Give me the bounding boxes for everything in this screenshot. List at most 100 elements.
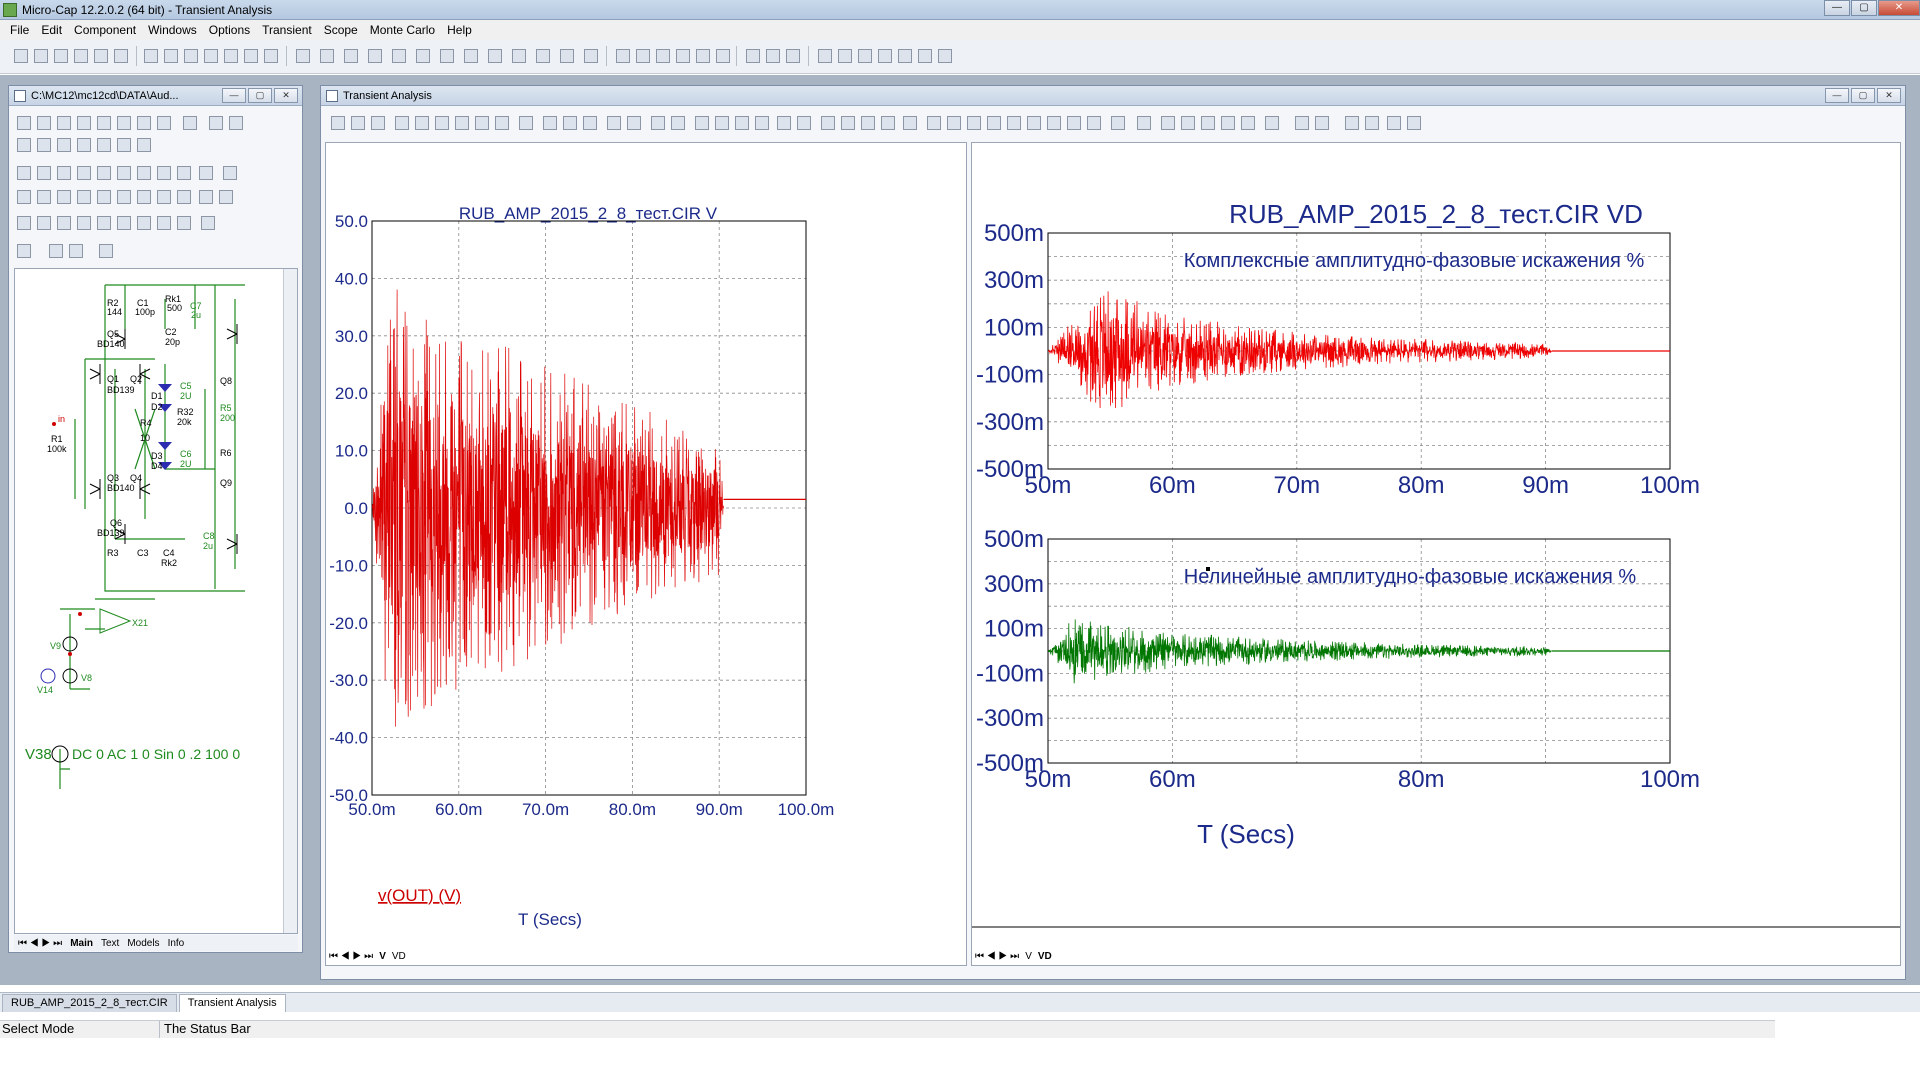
zoom-out-icon[interactable]	[1221, 116, 1235, 130]
cascade-icon[interactable]	[616, 49, 630, 63]
align-icon[interactable]	[1265, 116, 1279, 130]
probe-tool-icon[interactable]	[97, 166, 111, 180]
pin-icon[interactable]	[97, 138, 111, 152]
zoom-in-icon[interactable]	[1201, 116, 1215, 130]
animate-icon[interactable]	[651, 116, 665, 130]
copy-page-icon[interactable]	[37, 190, 51, 204]
schematic-minimize-button[interactable]: —	[222, 88, 246, 103]
left-plot[interactable]: 50.0 40.0 30.0 20.0 10.0 0.0 -10.0 -20.0…	[326, 143, 966, 947]
inflection-icon[interactable]	[1047, 116, 1061, 130]
split2-icon[interactable]	[797, 116, 811, 130]
minimize-button[interactable]: —	[1824, 0, 1850, 16]
next-valley-icon[interactable]	[987, 116, 1001, 130]
tile2-icon[interactable]	[715, 116, 729, 130]
switch-icon[interactable]	[536, 49, 550, 63]
schematic-maximize-button[interactable]: ▢	[248, 88, 272, 103]
run-icon[interactable]	[543, 116, 557, 130]
zoom-in-icon[interactable]	[821, 116, 835, 130]
pan-icon[interactable]	[37, 116, 51, 130]
find-next-icon[interactable]	[219, 190, 233, 204]
zoom-fit-icon[interactable]	[177, 216, 191, 230]
voltage-probe-icon[interactable]	[117, 166, 131, 180]
schematic-close-button[interactable]: ✕	[274, 88, 298, 103]
check-icon[interactable]	[177, 166, 191, 180]
save-icon[interactable]	[54, 49, 68, 63]
right-plot[interactable]: RUB_AMP_2015_2_8_тест.CIR VD Комплексные…	[972, 143, 1900, 947]
image-icon[interactable]	[77, 190, 91, 204]
move2-icon[interactable]	[1407, 116, 1421, 130]
analysis-limits-icon[interactable]	[818, 49, 832, 63]
delete-icon[interactable]	[244, 49, 258, 63]
right-plot-tab-v[interactable]: V	[1022, 951, 1035, 962]
redo-icon[interactable]	[164, 49, 178, 63]
paste-icon[interactable]	[1365, 116, 1379, 130]
inductor-icon[interactable]	[368, 49, 382, 63]
refresh-icon[interactable]	[17, 216, 31, 230]
menu-edit[interactable]: Edit	[35, 23, 68, 37]
tab-info[interactable]: Info	[164, 938, 189, 949]
print-icon[interactable]	[114, 49, 128, 63]
capacitor-icon[interactable]	[344, 49, 358, 63]
pan-icon[interactable]	[351, 116, 365, 130]
grid-icon[interactable]	[57, 138, 71, 152]
select-mode-icon[interactable]	[17, 116, 31, 130]
globe-icon[interactable]	[786, 49, 800, 63]
zoom-out-icon[interactable]	[157, 216, 171, 230]
cursor-left-icon[interactable]	[927, 116, 941, 130]
tile-vertical-icon[interactable]	[636, 49, 650, 63]
diode-icon[interactable]	[392, 49, 406, 63]
fit-icon[interactable]	[97, 190, 111, 204]
select-mode-icon[interactable]	[331, 116, 345, 130]
attribute-icon[interactable]	[37, 138, 51, 152]
arrow-left-icon[interactable]	[157, 190, 171, 204]
cursor-mode-icon[interactable]	[607, 116, 621, 130]
font-size-icon[interactable]	[1315, 116, 1329, 130]
tile4-icon[interactable]	[755, 116, 769, 130]
blank-icon[interactable]	[117, 190, 131, 204]
cursor-right-icon[interactable]	[947, 116, 961, 130]
select-all-icon[interactable]	[264, 49, 278, 63]
copy-icon[interactable]	[204, 49, 218, 63]
tile-icon[interactable]	[695, 116, 709, 130]
left-plot-trace-label[interactable]: v(OUT) (V)	[378, 886, 461, 905]
region-icon[interactable]	[183, 116, 197, 130]
flip-icon[interactable]	[57, 166, 71, 180]
copy2-icon[interactable]	[97, 216, 111, 230]
tag-icon[interactable]	[475, 116, 489, 130]
table-icon[interactable]	[209, 116, 223, 130]
zoom-fit-icon[interactable]	[861, 116, 875, 130]
arrow-right-icon[interactable]	[177, 190, 191, 204]
align-icon[interactable]	[17, 244, 31, 258]
new-file-icon[interactable]	[14, 49, 28, 63]
move-icon[interactable]	[99, 244, 113, 258]
paste2-icon[interactable]	[117, 216, 131, 230]
font-size-icon[interactable]	[69, 244, 83, 258]
plot-icon[interactable]	[918, 49, 932, 63]
open-file-icon[interactable]	[34, 49, 48, 63]
circle-icon[interactable]	[137, 190, 151, 204]
ground-icon[interactable]	[296, 49, 310, 63]
split-icon[interactable]	[777, 116, 791, 130]
pause-icon[interactable]	[583, 116, 597, 130]
global-low-icon[interactable]	[1087, 116, 1101, 130]
optimize-icon[interactable]	[878, 49, 892, 63]
print-icon[interactable]	[201, 216, 215, 230]
wire-icon[interactable]	[57, 116, 71, 130]
zoom-window-icon[interactable]	[1241, 116, 1255, 130]
limits-icon[interactable]	[519, 116, 533, 130]
graphics-icon[interactable]	[137, 116, 151, 130]
save-all-icon[interactable]	[74, 49, 88, 63]
print-icon[interactable]	[1181, 116, 1195, 130]
menu-monte-carlo[interactable]: Monte Carlo	[364, 23, 441, 37]
low-icon[interactable]	[1027, 116, 1041, 130]
tile-horizontal-icon[interactable]	[656, 49, 670, 63]
text-tool-icon[interactable]	[77, 116, 91, 130]
left-plot-tab-nav-icon[interactable]: ⏮ ◀ ▶ ⏭	[326, 951, 376, 962]
components-icon[interactable]	[766, 49, 780, 63]
tools-icon[interactable]	[898, 49, 912, 63]
cut-icon[interactable]	[184, 49, 198, 63]
step-icon[interactable]	[77, 166, 91, 180]
menu-windows[interactable]: Windows	[142, 23, 203, 37]
point-tag-icon[interactable]	[415, 116, 429, 130]
left-plot-tab-v[interactable]: V	[376, 951, 389, 962]
